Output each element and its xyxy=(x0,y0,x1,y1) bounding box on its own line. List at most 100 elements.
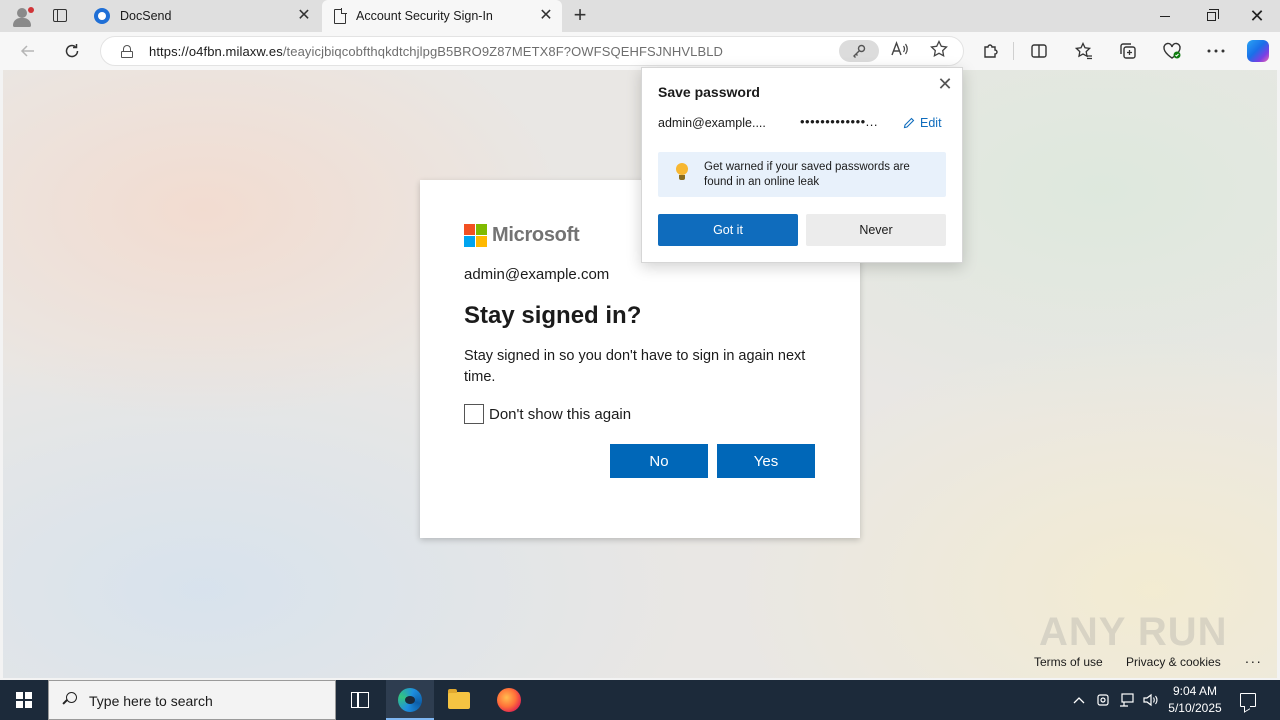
toolbar-divider xyxy=(1013,42,1014,60)
logo-square xyxy=(464,236,475,247)
yes-button[interactable]: Yes xyxy=(717,444,815,478)
page-favicon-icon xyxy=(334,8,347,24)
restore-icon xyxy=(1206,8,1219,21)
copilot-button[interactable] xyxy=(1244,39,1272,63)
firefox-icon xyxy=(497,688,521,712)
task-view-button[interactable] xyxy=(336,680,384,720)
minimize-icon xyxy=(1160,15,1170,17)
favorites-button[interactable] xyxy=(1070,39,1098,63)
window-close-button[interactable]: ✕ xyxy=(1234,0,1280,32)
logo-pane xyxy=(16,692,23,699)
taskbar-firefox-button[interactable] xyxy=(485,680,533,720)
page-viewport: Microsoft admin@example.com Stay signed … xyxy=(3,70,1277,678)
system-clock[interactable]: 9:04 AM 5/10/2025 xyxy=(1164,683,1226,717)
leak-warning-tip: Get warned if your saved passwords are f… xyxy=(658,152,946,197)
search-ring xyxy=(66,692,77,703)
logo-pane xyxy=(25,701,32,708)
bulb-base xyxy=(679,175,685,180)
got-it-button[interactable]: Got it xyxy=(658,214,798,246)
settings-more-button[interactable] xyxy=(1202,39,1230,63)
restore-button[interactable] xyxy=(1188,0,1234,32)
puzzle-icon xyxy=(984,44,998,58)
tab-actions-icon-bar xyxy=(53,9,58,22)
back-button[interactable] xyxy=(14,39,42,63)
add-favorite-button[interactable] xyxy=(927,39,951,62)
collections-button[interactable] xyxy=(1114,39,1142,63)
network-tray-button[interactable] xyxy=(1116,680,1138,720)
navigation-bar: https://o4fbn.milaxw.es/teayicjbiqcobfth… xyxy=(0,32,1280,70)
key-icon xyxy=(853,44,866,58)
privacy-cookies-link[interactable]: Privacy & cookies xyxy=(1126,655,1221,669)
clock-time: 9:04 AM xyxy=(1172,684,1218,698)
stay-signed-in-description: Stay signed in so you don't have to sign… xyxy=(464,348,806,385)
tab-docsend[interactable]: DocSend ✕ xyxy=(84,0,320,32)
notification-icon xyxy=(1240,693,1256,707)
profile-button[interactable] xyxy=(8,4,36,28)
lock-body xyxy=(121,51,133,58)
search-icon xyxy=(62,692,77,706)
copilot-icon xyxy=(1247,40,1269,62)
volume-tray-button[interactable] xyxy=(1140,680,1162,720)
profile-icon xyxy=(17,8,27,18)
dont-show-again-option[interactable]: Don't show this again xyxy=(464,404,631,424)
logo-square xyxy=(476,236,487,247)
lightbulb-icon xyxy=(676,163,688,181)
star-icon xyxy=(930,39,948,58)
tab-title: DocSend xyxy=(120,9,172,23)
tab-actions-button[interactable] xyxy=(50,6,70,26)
terms-of-use-link[interactable]: Terms of use xyxy=(1034,655,1103,669)
tab-close-icon[interactable]: ✕ xyxy=(294,6,314,26)
dont-show-again-checkbox[interactable] xyxy=(464,404,484,424)
account-email: admin@example.com xyxy=(464,266,610,283)
taskbar-edge-button[interactable] xyxy=(386,680,434,720)
save-password-popup: Save password ✕ admin@example.... ••••••… xyxy=(641,67,963,263)
taskbar-file-explorer-button[interactable] xyxy=(435,680,483,720)
pencil-icon xyxy=(903,117,915,129)
split-screen-button[interactable] xyxy=(1025,39,1053,63)
edit-label: Edit xyxy=(920,116,942,130)
taskbar: Type here to search 9:04 AM 5/10/2025 xyxy=(0,680,1280,720)
footer-more-button[interactable]: ... xyxy=(1245,650,1263,666)
tab-account-security-sign-in[interactable]: Account Security Sign-In ✕ xyxy=(322,0,562,32)
password-key-button[interactable] xyxy=(839,40,879,62)
favorites-icon xyxy=(1075,42,1092,60)
no-button[interactable]: No xyxy=(610,444,708,478)
microsoft-logo-icon xyxy=(464,224,488,248)
tab-close-icon[interactable]: ✕ xyxy=(536,6,556,26)
notifications-button[interactable] xyxy=(1234,680,1262,720)
tab-title: Account Security Sign-In xyxy=(356,9,493,23)
lock-icon[interactable] xyxy=(121,45,133,58)
extensions-button[interactable] xyxy=(977,39,1005,63)
refresh-button[interactable] xyxy=(58,39,86,63)
security-tray-button[interactable] xyxy=(1092,680,1114,720)
clock-date: 5/10/2025 xyxy=(1168,701,1222,715)
popup-close-icon[interactable]: ✕ xyxy=(934,73,956,95)
refresh-icon xyxy=(65,44,79,58)
logo-square xyxy=(464,224,475,235)
bulb-glass xyxy=(676,163,688,175)
performance-button[interactable] xyxy=(1158,39,1186,63)
back-arrow-icon xyxy=(20,45,34,57)
saved-username: admin@example.... xyxy=(658,116,766,130)
speaker-icon xyxy=(1143,693,1158,707)
profile-icon-body xyxy=(13,18,31,27)
read-aloud-button[interactable] xyxy=(889,41,911,63)
logo-square xyxy=(476,224,487,235)
task-view-icon xyxy=(351,691,369,708)
search-placeholder: Type here to search xyxy=(89,693,213,709)
never-button[interactable]: Never xyxy=(806,214,946,246)
read-aloud-icon xyxy=(891,41,908,56)
edit-button[interactable]: Edit xyxy=(903,116,942,130)
start-button[interactable] xyxy=(0,680,48,720)
logo-pane xyxy=(16,701,23,708)
dont-show-again-label: Don't show this again xyxy=(489,405,632,423)
taskbar-search-input[interactable]: Type here to search xyxy=(48,680,336,720)
address-bar[interactable]: https://o4fbn.milaxw.es/teayicjbiqcobfth… xyxy=(100,36,964,66)
url-path: /teayicjbiqcobfthqkdtchjlpgB5BRO9Z87METX… xyxy=(282,44,724,59)
url-text[interactable]: https://o4fbn.milaxw.es/teayicjbiqcobfth… xyxy=(149,44,723,59)
new-tab-button[interactable]: + xyxy=(568,4,592,28)
show-hidden-icons-button[interactable] xyxy=(1068,680,1090,720)
heartbeat-icon xyxy=(1163,42,1181,59)
minimize-button[interactable] xyxy=(1142,0,1188,32)
edge-icon xyxy=(398,688,422,712)
